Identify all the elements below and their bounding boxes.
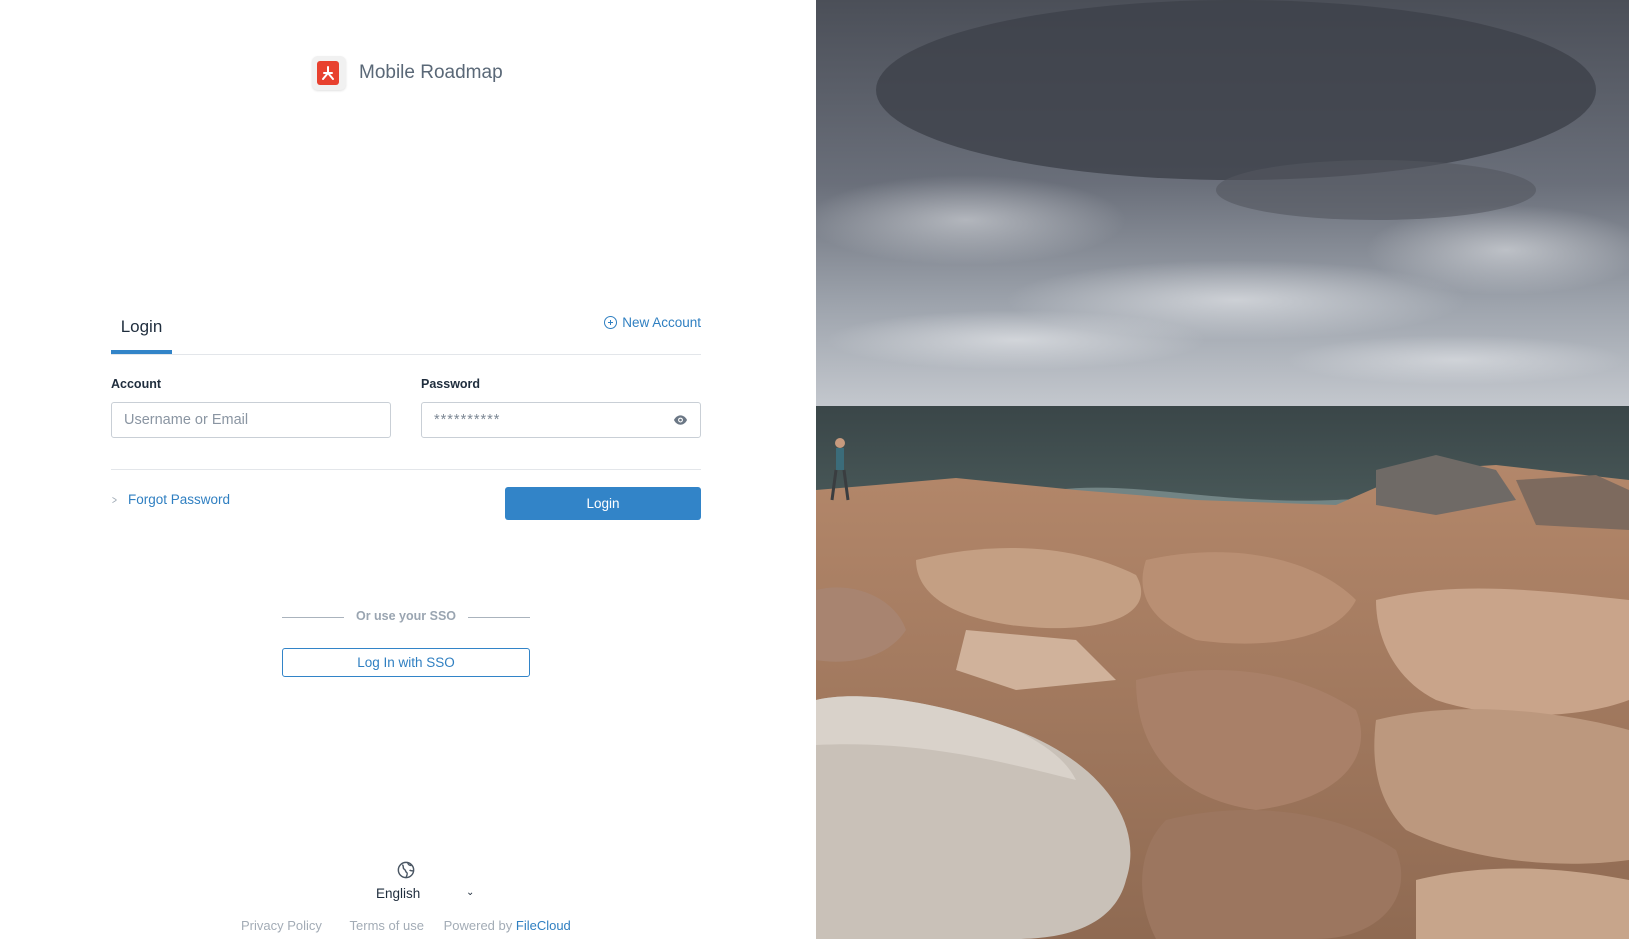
auth-tabs: Login New Account: [111, 306, 701, 355]
eye-icon[interactable]: [673, 413, 688, 427]
tab-login[interactable]: Login: [111, 306, 172, 354]
filecloud-link[interactable]: FileCloud: [516, 918, 571, 933]
pdf-document-icon: [312, 56, 346, 90]
globe-icon: [397, 861, 415, 879]
language-value: English: [376, 886, 421, 901]
forgot-password-label: Forgot Password: [128, 492, 231, 507]
forgot-password-link[interactable]: > Forgot Password: [111, 492, 230, 507]
password-input[interactable]: [421, 402, 701, 438]
login-button[interactable]: Login: [505, 487, 701, 520]
login-panel: Mobile Roadmap Login New Account Account…: [0, 0, 816, 939]
form-divider: [111, 469, 701, 470]
background-photo: [816, 0, 1629, 939]
sso-divider-right: [468, 617, 530, 618]
chevron-right-icon: >: [112, 492, 117, 507]
powered-by-label: Powered by: [443, 918, 513, 933]
app-name: Mobile Roadmap: [359, 62, 503, 83]
new-account-link[interactable]: New Account: [604, 315, 701, 330]
password-label: Password: [421, 377, 481, 391]
app-logo: Mobile Roadmap: [312, 55, 503, 91]
sso-divider-text: Or use your SSO: [355, 609, 457, 623]
sso-divider-left: [282, 617, 344, 618]
plus-circle-icon: [604, 316, 618, 329]
language-select[interactable]: English ⌄: [376, 886, 476, 901]
terms-of-use-link[interactable]: Terms of use: [350, 918, 424, 933]
privacy-policy-link[interactable]: Privacy Policy: [241, 918, 322, 933]
footer-links: Privacy Policy Terms of use Powered by F…: [241, 918, 571, 933]
chevron-down-icon: ⌄: [466, 887, 475, 898]
sso-login-button[interactable]: Log In with SSO: [282, 648, 530, 677]
account-input[interactable]: [111, 402, 391, 438]
new-account-label: New Account: [622, 315, 701, 330]
account-label: Account: [111, 377, 161, 391]
coastal-rocks-image: [816, 0, 1629, 939]
